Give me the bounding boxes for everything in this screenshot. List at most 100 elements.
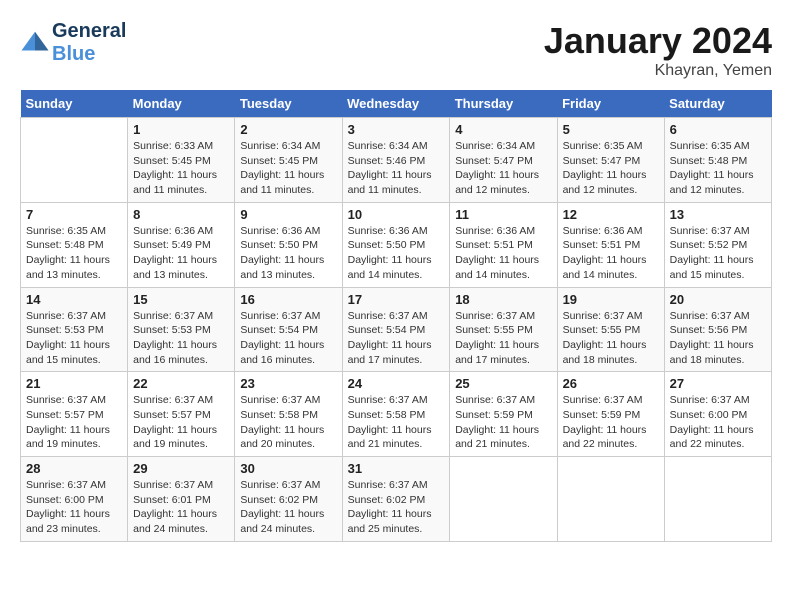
- day-number: 31: [348, 461, 445, 476]
- sunrise: Sunrise: 6:37 AM: [670, 224, 766, 239]
- sunrise: Sunrise: 6:36 AM: [240, 224, 336, 239]
- sunset: Sunset: 5:57 PM: [26, 408, 122, 423]
- day-info: Sunrise: 6:36 AM Sunset: 5:49 PM Dayligh…: [133, 224, 229, 283]
- day-info: Sunrise: 6:37 AM Sunset: 5:57 PM Dayligh…: [26, 393, 122, 452]
- sunset: Sunset: 5:55 PM: [563, 323, 659, 338]
- calendar-cell: 11 Sunrise: 6:36 AM Sunset: 5:51 PM Dayl…: [450, 202, 557, 287]
- day-number: 22: [133, 376, 229, 391]
- sunrise: Sunrise: 6:37 AM: [26, 309, 122, 324]
- location: Khayran, Yemen: [544, 62, 772, 80]
- sunset: Sunset: 5:53 PM: [133, 323, 229, 338]
- sunrise: Sunrise: 6:34 AM: [455, 139, 551, 154]
- sunset: Sunset: 5:54 PM: [348, 323, 445, 338]
- calendar-cell: [664, 457, 771, 542]
- calendar-cell: [21, 118, 128, 203]
- logo-text-line1: General: [52, 20, 126, 43]
- day-number: 17: [348, 292, 445, 307]
- calendar-week-row: 28 Sunrise: 6:37 AM Sunset: 6:00 PM Dayl…: [21, 457, 772, 542]
- day-number: 9: [240, 207, 336, 222]
- day-info: Sunrise: 6:37 AM Sunset: 5:53 PM Dayligh…: [133, 309, 229, 368]
- calendar-cell: [557, 457, 664, 542]
- day-info: Sunrise: 6:37 AM Sunset: 5:57 PM Dayligh…: [133, 393, 229, 452]
- sunset: Sunset: 5:56 PM: [670, 323, 766, 338]
- day-info: Sunrise: 6:36 AM Sunset: 5:51 PM Dayligh…: [563, 224, 659, 283]
- sunset: Sunset: 6:00 PM: [670, 408, 766, 423]
- day-info: Sunrise: 6:37 AM Sunset: 5:59 PM Dayligh…: [563, 393, 659, 452]
- calendar-cell: 31 Sunrise: 6:37 AM Sunset: 6:02 PM Dayl…: [342, 457, 450, 542]
- day-info: Sunrise: 6:34 AM Sunset: 5:47 PM Dayligh…: [455, 139, 551, 198]
- daylight: Daylight: 11 hours and 13 minutes.: [133, 253, 229, 282]
- daylight: Daylight: 11 hours and 17 minutes.: [348, 338, 445, 367]
- daylight: Daylight: 11 hours and 16 minutes.: [240, 338, 336, 367]
- sunrise: Sunrise: 6:35 AM: [26, 224, 122, 239]
- weekday-header-sunday: Sunday: [21, 90, 128, 118]
- sunset: Sunset: 5:50 PM: [348, 238, 445, 253]
- month-title: January 2024: [544, 20, 772, 62]
- day-number: 7: [26, 207, 122, 222]
- day-info: Sunrise: 6:37 AM Sunset: 5:56 PM Dayligh…: [670, 309, 766, 368]
- sunrise: Sunrise: 6:34 AM: [348, 139, 445, 154]
- calendar-week-row: 1 Sunrise: 6:33 AM Sunset: 5:45 PM Dayli…: [21, 118, 772, 203]
- day-number: 10: [348, 207, 445, 222]
- sunset: Sunset: 5:47 PM: [563, 154, 659, 169]
- day-number: 14: [26, 292, 122, 307]
- calendar-cell: 5 Sunrise: 6:35 AM Sunset: 5:47 PM Dayli…: [557, 118, 664, 203]
- sunrise: Sunrise: 6:37 AM: [240, 309, 336, 324]
- day-number: 6: [670, 122, 766, 137]
- day-info: Sunrise: 6:37 AM Sunset: 5:55 PM Dayligh…: [563, 309, 659, 368]
- sunset: Sunset: 5:53 PM: [26, 323, 122, 338]
- day-info: Sunrise: 6:33 AM Sunset: 5:45 PM Dayligh…: [133, 139, 229, 198]
- calendar-cell: 8 Sunrise: 6:36 AM Sunset: 5:49 PM Dayli…: [128, 202, 235, 287]
- sunset: Sunset: 5:45 PM: [133, 154, 229, 169]
- calendar-cell: 4 Sunrise: 6:34 AM Sunset: 5:47 PM Dayli…: [450, 118, 557, 203]
- daylight: Daylight: 11 hours and 13 minutes.: [240, 253, 336, 282]
- sunrise: Sunrise: 6:36 AM: [133, 224, 229, 239]
- sunrise: Sunrise: 6:35 AM: [670, 139, 766, 154]
- calendar-cell: 15 Sunrise: 6:37 AM Sunset: 5:53 PM Dayl…: [128, 287, 235, 372]
- calendar-cell: 21 Sunrise: 6:37 AM Sunset: 5:57 PM Dayl…: [21, 372, 128, 457]
- day-info: Sunrise: 6:37 AM Sunset: 5:59 PM Dayligh…: [455, 393, 551, 452]
- calendar-week-row: 21 Sunrise: 6:37 AM Sunset: 5:57 PM Dayl…: [21, 372, 772, 457]
- day-number: 29: [133, 461, 229, 476]
- calendar-week-row: 7 Sunrise: 6:35 AM Sunset: 5:48 PM Dayli…: [21, 202, 772, 287]
- calendar-cell: 20 Sunrise: 6:37 AM Sunset: 5:56 PM Dayl…: [664, 287, 771, 372]
- sunset: Sunset: 6:01 PM: [133, 493, 229, 508]
- day-info: Sunrise: 6:37 AM Sunset: 6:02 PM Dayligh…: [240, 478, 336, 537]
- sunset: Sunset: 5:45 PM: [240, 154, 336, 169]
- day-number: 26: [563, 376, 659, 391]
- daylight: Daylight: 11 hours and 14 minutes.: [455, 253, 551, 282]
- day-number: 1: [133, 122, 229, 137]
- calendar-cell: 17 Sunrise: 6:37 AM Sunset: 5:54 PM Dayl…: [342, 287, 450, 372]
- sunset: Sunset: 5:48 PM: [26, 238, 122, 253]
- day-number: 23: [240, 376, 336, 391]
- calendar-cell: 27 Sunrise: 6:37 AM Sunset: 6:00 PM Dayl…: [664, 372, 771, 457]
- sunset: Sunset: 5:58 PM: [240, 408, 336, 423]
- sunset: Sunset: 5:55 PM: [455, 323, 551, 338]
- sunset: Sunset: 5:51 PM: [563, 238, 659, 253]
- calendar-cell: 10 Sunrise: 6:36 AM Sunset: 5:50 PM Dayl…: [342, 202, 450, 287]
- calendar-cell: 9 Sunrise: 6:36 AM Sunset: 5:50 PM Dayli…: [235, 202, 342, 287]
- calendar-week-row: 14 Sunrise: 6:37 AM Sunset: 5:53 PM Dayl…: [21, 287, 772, 372]
- sunrise: Sunrise: 6:37 AM: [26, 393, 122, 408]
- calendar-cell: 23 Sunrise: 6:37 AM Sunset: 5:58 PM Dayl…: [235, 372, 342, 457]
- day-number: 21: [26, 376, 122, 391]
- day-number: 19: [563, 292, 659, 307]
- daylight: Daylight: 11 hours and 19 minutes.: [26, 423, 122, 452]
- day-number: 4: [455, 122, 551, 137]
- calendar-cell: 29 Sunrise: 6:37 AM Sunset: 6:01 PM Dayl…: [128, 457, 235, 542]
- day-number: 8: [133, 207, 229, 222]
- weekday-header-tuesday: Tuesday: [235, 90, 342, 118]
- calendar-cell: 6 Sunrise: 6:35 AM Sunset: 5:48 PM Dayli…: [664, 118, 771, 203]
- daylight: Daylight: 11 hours and 22 minutes.: [670, 423, 766, 452]
- day-number: 25: [455, 376, 551, 391]
- sunrise: Sunrise: 6:36 AM: [563, 224, 659, 239]
- day-number: 15: [133, 292, 229, 307]
- sunrise: Sunrise: 6:37 AM: [455, 393, 551, 408]
- calendar-cell: 18 Sunrise: 6:37 AM Sunset: 5:55 PM Dayl…: [450, 287, 557, 372]
- daylight: Daylight: 11 hours and 11 minutes.: [133, 168, 229, 197]
- sunrise: Sunrise: 6:37 AM: [670, 393, 766, 408]
- calendar-cell: 3 Sunrise: 6:34 AM Sunset: 5:46 PM Dayli…: [342, 118, 450, 203]
- sunrise: Sunrise: 6:37 AM: [26, 478, 122, 493]
- day-info: Sunrise: 6:35 AM Sunset: 5:48 PM Dayligh…: [26, 224, 122, 283]
- calendar-cell: 28 Sunrise: 6:37 AM Sunset: 6:00 PM Dayl…: [21, 457, 128, 542]
